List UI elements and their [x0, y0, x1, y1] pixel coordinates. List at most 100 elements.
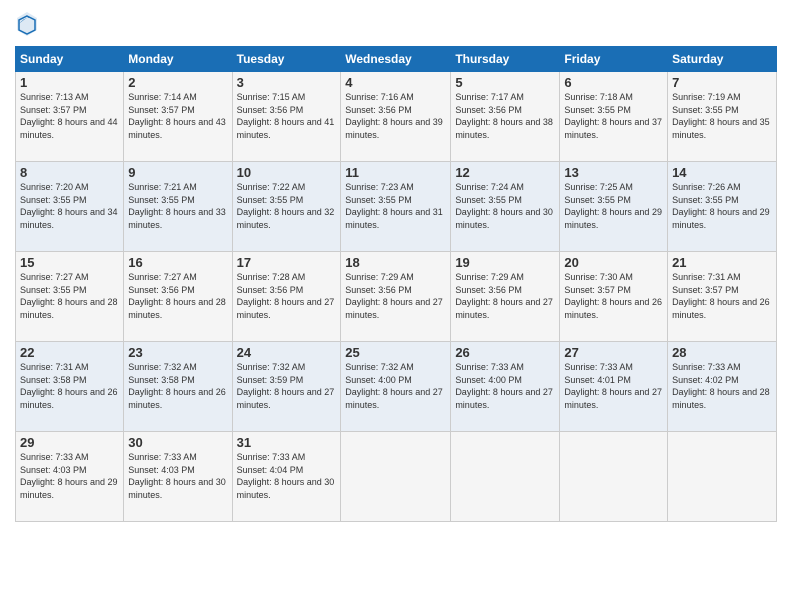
calendar-cell — [560, 432, 668, 522]
calendar-cell — [341, 432, 451, 522]
calendar-cell: 23 Sunrise: 7:32 AMSunset: 3:58 PMDaylig… — [124, 342, 232, 432]
day-number: 31 — [237, 435, 337, 450]
day-number: 1 — [20, 75, 119, 90]
day-info: Sunrise: 7:17 AMSunset: 3:56 PMDaylight:… — [455, 92, 553, 140]
day-info: Sunrise: 7:29 AMSunset: 3:56 PMDaylight:… — [455, 272, 553, 320]
day-info: Sunrise: 7:23 AMSunset: 3:55 PMDaylight:… — [345, 182, 443, 230]
day-info: Sunrise: 7:27 AMSunset: 3:56 PMDaylight:… — [128, 272, 226, 320]
logo — [15, 10, 41, 38]
col-sunday: Sunday — [16, 47, 124, 72]
day-number: 5 — [455, 75, 555, 90]
calendar-cell: 10 Sunrise: 7:22 AMSunset: 3:55 PMDaylig… — [232, 162, 341, 252]
logo-icon — [15, 10, 39, 38]
calendar-week-row: 15 Sunrise: 7:27 AMSunset: 3:55 PMDaylig… — [16, 252, 777, 342]
day-info: Sunrise: 7:18 AMSunset: 3:55 PMDaylight:… — [564, 92, 662, 140]
day-info: Sunrise: 7:33 AMSunset: 4:03 PMDaylight:… — [128, 452, 226, 500]
day-info: Sunrise: 7:33 AMSunset: 4:03 PMDaylight:… — [20, 452, 118, 500]
calendar-cell: 18 Sunrise: 7:29 AMSunset: 3:56 PMDaylig… — [341, 252, 451, 342]
calendar-cell: 2 Sunrise: 7:14 AMSunset: 3:57 PMDayligh… — [124, 72, 232, 162]
calendar-cell: 6 Sunrise: 7:18 AMSunset: 3:55 PMDayligh… — [560, 72, 668, 162]
day-info: Sunrise: 7:32 AMSunset: 3:58 PMDaylight:… — [128, 362, 226, 410]
day-info: Sunrise: 7:33 AMSunset: 4:02 PMDaylight:… — [672, 362, 770, 410]
calendar-week-row: 22 Sunrise: 7:31 AMSunset: 3:58 PMDaylig… — [16, 342, 777, 432]
day-info: Sunrise: 7:26 AMSunset: 3:55 PMDaylight:… — [672, 182, 770, 230]
day-info: Sunrise: 7:20 AMSunset: 3:55 PMDaylight:… — [20, 182, 118, 230]
calendar-cell: 12 Sunrise: 7:24 AMSunset: 3:55 PMDaylig… — [451, 162, 560, 252]
day-number: 6 — [564, 75, 663, 90]
calendar-cell: 4 Sunrise: 7:16 AMSunset: 3:56 PMDayligh… — [341, 72, 451, 162]
day-info: Sunrise: 7:32 AMSunset: 3:59 PMDaylight:… — [237, 362, 335, 410]
day-number: 4 — [345, 75, 446, 90]
day-info: Sunrise: 7:31 AMSunset: 3:57 PMDaylight:… — [672, 272, 770, 320]
col-saturday: Saturday — [668, 47, 777, 72]
calendar-cell: 21 Sunrise: 7:31 AMSunset: 3:57 PMDaylig… — [668, 252, 777, 342]
day-number: 29 — [20, 435, 119, 450]
calendar-header-row: Sunday Monday Tuesday Wednesday Thursday… — [16, 47, 777, 72]
day-number: 23 — [128, 345, 227, 360]
calendar-cell: 22 Sunrise: 7:31 AMSunset: 3:58 PMDaylig… — [16, 342, 124, 432]
day-number: 22 — [20, 345, 119, 360]
calendar-cell: 7 Sunrise: 7:19 AMSunset: 3:55 PMDayligh… — [668, 72, 777, 162]
calendar-week-row: 1 Sunrise: 7:13 AMSunset: 3:57 PMDayligh… — [16, 72, 777, 162]
calendar-week-row: 29 Sunrise: 7:33 AMSunset: 4:03 PMDaylig… — [16, 432, 777, 522]
calendar-cell: 31 Sunrise: 7:33 AMSunset: 4:04 PMDaylig… — [232, 432, 341, 522]
day-number: 30 — [128, 435, 227, 450]
calendar-cell — [451, 432, 560, 522]
col-wednesday: Wednesday — [341, 47, 451, 72]
calendar-table: Sunday Monday Tuesday Wednesday Thursday… — [15, 46, 777, 522]
day-number: 24 — [237, 345, 337, 360]
calendar-cell: 29 Sunrise: 7:33 AMSunset: 4:03 PMDaylig… — [16, 432, 124, 522]
day-number: 20 — [564, 255, 663, 270]
day-number: 17 — [237, 255, 337, 270]
day-number: 16 — [128, 255, 227, 270]
col-tuesday: Tuesday — [232, 47, 341, 72]
day-info: Sunrise: 7:16 AMSunset: 3:56 PMDaylight:… — [345, 92, 443, 140]
calendar-cell: 16 Sunrise: 7:27 AMSunset: 3:56 PMDaylig… — [124, 252, 232, 342]
day-number: 9 — [128, 165, 227, 180]
day-info: Sunrise: 7:19 AMSunset: 3:55 PMDaylight:… — [672, 92, 770, 140]
calendar-cell: 28 Sunrise: 7:33 AMSunset: 4:02 PMDaylig… — [668, 342, 777, 432]
col-friday: Friday — [560, 47, 668, 72]
calendar-cell: 5 Sunrise: 7:17 AMSunset: 3:56 PMDayligh… — [451, 72, 560, 162]
calendar-cell: 24 Sunrise: 7:32 AMSunset: 3:59 PMDaylig… — [232, 342, 341, 432]
calendar-cell: 11 Sunrise: 7:23 AMSunset: 3:55 PMDaylig… — [341, 162, 451, 252]
day-number: 8 — [20, 165, 119, 180]
calendar-cell: 1 Sunrise: 7:13 AMSunset: 3:57 PMDayligh… — [16, 72, 124, 162]
calendar-cell: 8 Sunrise: 7:20 AMSunset: 3:55 PMDayligh… — [16, 162, 124, 252]
calendar-cell: 13 Sunrise: 7:25 AMSunset: 3:55 PMDaylig… — [560, 162, 668, 252]
day-number: 26 — [455, 345, 555, 360]
calendar-cell: 20 Sunrise: 7:30 AMSunset: 3:57 PMDaylig… — [560, 252, 668, 342]
day-info: Sunrise: 7:32 AMSunset: 4:00 PMDaylight:… — [345, 362, 443, 410]
day-number: 27 — [564, 345, 663, 360]
col-monday: Monday — [124, 47, 232, 72]
day-info: Sunrise: 7:31 AMSunset: 3:58 PMDaylight:… — [20, 362, 118, 410]
day-number: 7 — [672, 75, 772, 90]
day-number: 11 — [345, 165, 446, 180]
day-number: 25 — [345, 345, 446, 360]
calendar-cell: 19 Sunrise: 7:29 AMSunset: 3:56 PMDaylig… — [451, 252, 560, 342]
day-number: 14 — [672, 165, 772, 180]
day-info: Sunrise: 7:22 AMSunset: 3:55 PMDaylight:… — [237, 182, 335, 230]
calendar-cell: 26 Sunrise: 7:33 AMSunset: 4:00 PMDaylig… — [451, 342, 560, 432]
day-info: Sunrise: 7:33 AMSunset: 4:00 PMDaylight:… — [455, 362, 553, 410]
day-number: 12 — [455, 165, 555, 180]
day-number: 19 — [455, 255, 555, 270]
col-thursday: Thursday — [451, 47, 560, 72]
day-info: Sunrise: 7:13 AMSunset: 3:57 PMDaylight:… — [20, 92, 118, 140]
day-info: Sunrise: 7:28 AMSunset: 3:56 PMDaylight:… — [237, 272, 335, 320]
day-number: 28 — [672, 345, 772, 360]
calendar-cell: 3 Sunrise: 7:15 AMSunset: 3:56 PMDayligh… — [232, 72, 341, 162]
calendar-cell: 25 Sunrise: 7:32 AMSunset: 4:00 PMDaylig… — [341, 342, 451, 432]
day-number: 15 — [20, 255, 119, 270]
day-number: 2 — [128, 75, 227, 90]
day-info: Sunrise: 7:21 AMSunset: 3:55 PMDaylight:… — [128, 182, 226, 230]
day-info: Sunrise: 7:33 AMSunset: 4:04 PMDaylight:… — [237, 452, 335, 500]
calendar-cell: 9 Sunrise: 7:21 AMSunset: 3:55 PMDayligh… — [124, 162, 232, 252]
calendar-cell: 17 Sunrise: 7:28 AMSunset: 3:56 PMDaylig… — [232, 252, 341, 342]
day-info: Sunrise: 7:33 AMSunset: 4:01 PMDaylight:… — [564, 362, 662, 410]
calendar-page: Sunday Monday Tuesday Wednesday Thursday… — [0, 0, 792, 612]
calendar-week-row: 8 Sunrise: 7:20 AMSunset: 3:55 PMDayligh… — [16, 162, 777, 252]
day-info: Sunrise: 7:30 AMSunset: 3:57 PMDaylight:… — [564, 272, 662, 320]
day-number: 13 — [564, 165, 663, 180]
calendar-cell: 30 Sunrise: 7:33 AMSunset: 4:03 PMDaylig… — [124, 432, 232, 522]
